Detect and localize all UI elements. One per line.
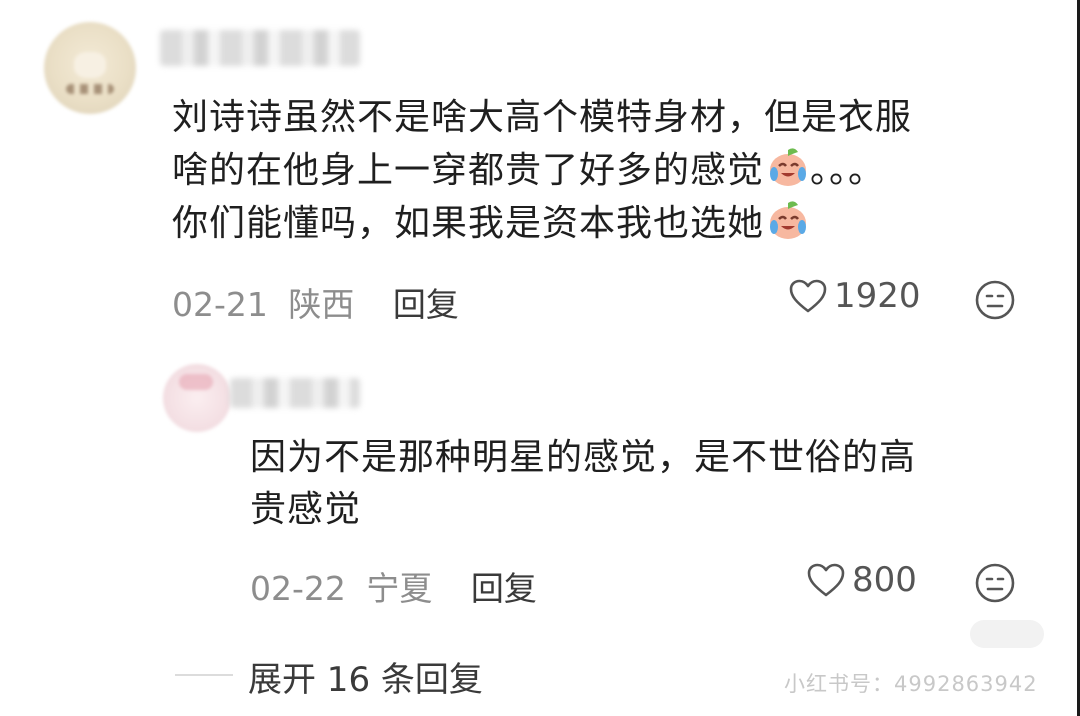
reply-date: 02-22 xyxy=(250,569,346,608)
face-icon[interactable] xyxy=(974,279,1016,321)
reply-line-1: 因为不是那种明星的感觉，是不世俗的高 xyxy=(250,437,917,478)
comment-date: 02-21 xyxy=(172,285,268,324)
crying-laughing-emoji xyxy=(770,148,807,186)
comment-reply-button[interactable]: 回复 xyxy=(393,285,459,324)
face-icon[interactable] xyxy=(974,562,1016,604)
comment-meta: 02-21 陕西 回复 xyxy=(172,278,459,326)
reply-like-count: 800 xyxy=(852,560,917,600)
reply-meta: 02-22 宁夏 回复 xyxy=(250,562,537,610)
comment-like-button[interactable]: 1920 xyxy=(788,276,921,316)
replier-name-blurred[interactable] xyxy=(230,378,360,408)
comment-line-1: 刘诗诗虽然不是啥大高个模特身材，但是衣服 xyxy=(172,97,913,138)
crying-laughing-emoji xyxy=(770,201,807,239)
watermark-text: 小红书号：4992863942 xyxy=(784,672,1038,696)
comment-line-3: 你们能懂吗，如果我是资本我也选她 xyxy=(172,203,765,244)
reply-like-button[interactable]: 800 xyxy=(806,560,917,600)
comment-text: 刘诗诗虽然不是啥大高个模特身材，但是衣服 啥的在他身上一穿都贵了好多的感觉 。。。… xyxy=(172,92,912,250)
reply-reply-button[interactable]: 回复 xyxy=(471,569,537,608)
comment-location: 陕西 xyxy=(288,285,355,324)
heart-outline-icon xyxy=(807,563,845,597)
comment-line-3-wrapper: 你们能懂吗，如果我是资本我也选她 xyxy=(172,197,912,250)
comment-like-count: 1920 xyxy=(834,276,921,316)
reply-text: 因为不是那种明星的感觉，是不世俗的高 贵感觉 xyxy=(250,432,916,536)
expand-divider xyxy=(175,674,233,676)
commenter-avatar[interactable] xyxy=(44,22,136,114)
comment-line-2-wrapper: 啥的在他身上一穿都贵了好多的感觉 。。。 xyxy=(172,144,912,197)
comment-line-2-suffix: 。。。 xyxy=(810,150,886,191)
comment-line-2: 啥的在他身上一穿都贵了好多的感觉 xyxy=(172,150,765,191)
heart-outline-icon xyxy=(789,279,827,313)
expand-replies-button[interactable]: 展开 16 条回复 xyxy=(248,652,483,701)
commenter-name-blurred[interactable] xyxy=(160,30,360,66)
reply-location: 宁夏 xyxy=(366,569,433,608)
reply-line-2: 贵感觉 xyxy=(250,489,362,530)
replier-avatar[interactable] xyxy=(163,364,231,432)
watermark-logo xyxy=(970,620,1044,648)
